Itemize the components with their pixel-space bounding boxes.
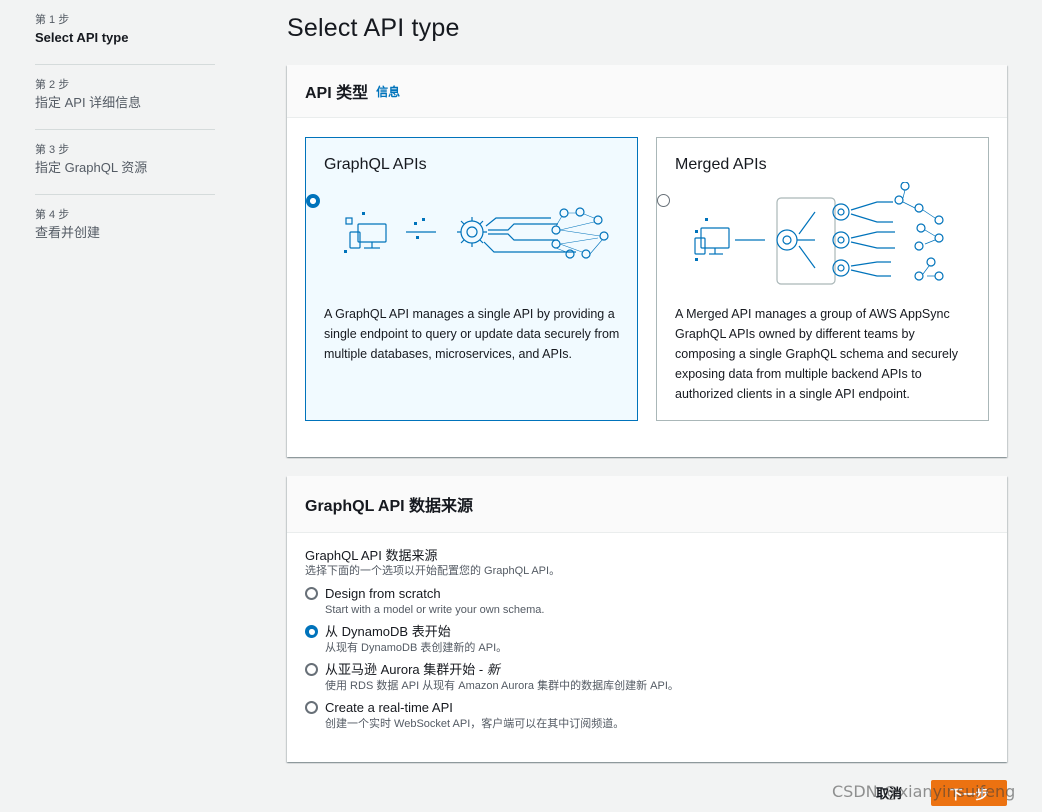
data-source-body: GraphQL API 数据来源 选择下面的一个选项以开始配置您的 GraphQ… [287, 533, 1007, 748]
api-type-header: API 类型 信息 [287, 65, 1007, 118]
option-label: 从亚马逊 Aurora 集群开始 - 新 [325, 660, 679, 679]
api-type-heading: API 类型 [305, 85, 369, 102]
option-description: 从现有 DynamoDB 表创建新的 API。 [325, 642, 508, 654]
step-number: 第 4 步 [35, 209, 70, 221]
step-2: 第 2 步 指定 API 详细信息 [35, 65, 215, 130]
option-label: Design from scratch [325, 586, 441, 601]
tile-radio-graphql[interactable] [306, 194, 320, 208]
data-source-heading: GraphQL API 数据来源 [305, 498, 474, 515]
tile-radio-merged[interactable] [657, 194, 670, 207]
step-3: 第 3 步 指定 GraphQL 资源 [35, 130, 215, 195]
field-label: GraphQL API 数据来源 [305, 548, 438, 563]
tile-description: A GraphQL API manages a single API by pr… [324, 307, 620, 361]
tile-title: Merged APIs [675, 156, 767, 173]
option-label: 从 DynamoDB 表开始 [325, 624, 451, 639]
option-aurora[interactable]: 从亚马逊 Aurora 集群开始 - 新 使用 RDS 数据 API 从现有 A… [305, 660, 989, 694]
tile-graphql-apis[interactable]: GraphQL APIs A GraphQL API manages a sin… [305, 137, 638, 421]
next-button[interactable]: 下一步 [931, 780, 1007, 806]
step-title: 指定 GraphQL 资源 [35, 160, 148, 175]
option-dynamodb[interactable]: 从 DynamoDB 表开始 从现有 DynamoDB 表创建新的 API。 [305, 622, 989, 656]
data-source-header: GraphQL API 数据来源 [287, 476, 1007, 533]
step-1[interactable]: 第 1 步 Select API type [35, 0, 215, 65]
option-description: Start with a model or write your own sch… [325, 604, 545, 616]
step-number: 第 2 步 [35, 79, 70, 91]
option-description: 使用 RDS 数据 API 从现有 Amazon Aurora 集群中的数据库创… [325, 680, 679, 692]
radio-aurora[interactable] [305, 663, 318, 676]
option-label: Create a real-time API [325, 700, 453, 715]
cancel-button[interactable]: 取消 [876, 783, 902, 802]
merged-illustration-icon [694, 182, 944, 285]
new-badge: 新 [486, 662, 500, 677]
graphql-illustration-icon [344, 207, 609, 259]
option-label-text: 从亚马逊 Aurora 集群开始 - [325, 662, 487, 677]
info-link[interactable]: 信息 [376, 83, 400, 100]
step-title: 查看并创建 [35, 225, 101, 240]
data-source-container: GraphQL API 数据来源 GraphQL API 数据来源 选择下面的一… [287, 476, 1007, 762]
option-real-time[interactable]: Create a real-time API 创建一个实时 WebSocket … [305, 698, 989, 732]
option-description: 创建一个实时 WebSocket API，客户端可以在其中订阅频道。 [325, 718, 625, 730]
radio-design-from-scratch[interactable] [305, 587, 318, 600]
step-title: Select API type [35, 30, 129, 45]
option-design-from-scratch[interactable]: Design from scratch Start with a model o… [305, 584, 989, 618]
tile-description: A Merged API manages a group of AWS AppS… [675, 307, 959, 401]
page-title: Select API type [287, 14, 460, 42]
step-title: 指定 API 详细信息 [35, 95, 142, 110]
api-type-container: API 类型 信息 GraphQL APIs A GraphQL API man… [287, 65, 1007, 457]
tile-merged-apis[interactable]: Merged APIs A Merged API manages a group… [656, 137, 989, 421]
api-type-tiles: GraphQL APIs A GraphQL API manages a sin… [305, 137, 989, 421]
step-number: 第 3 步 [35, 144, 70, 156]
tile-title: GraphQL APIs [324, 156, 427, 173]
step-4: 第 4 步 查看并创建 [35, 195, 215, 259]
radio-real-time[interactable] [305, 701, 318, 714]
step-number: 第 1 步 [35, 14, 70, 26]
radio-dynamodb[interactable] [305, 625, 318, 638]
field-description: 选择下面的一个选项以开始配置您的 GraphQL API。 [305, 565, 561, 577]
wizard-steps: 第 1 步 Select API type 第 2 步 指定 API 详细信息 … [35, 0, 215, 259]
